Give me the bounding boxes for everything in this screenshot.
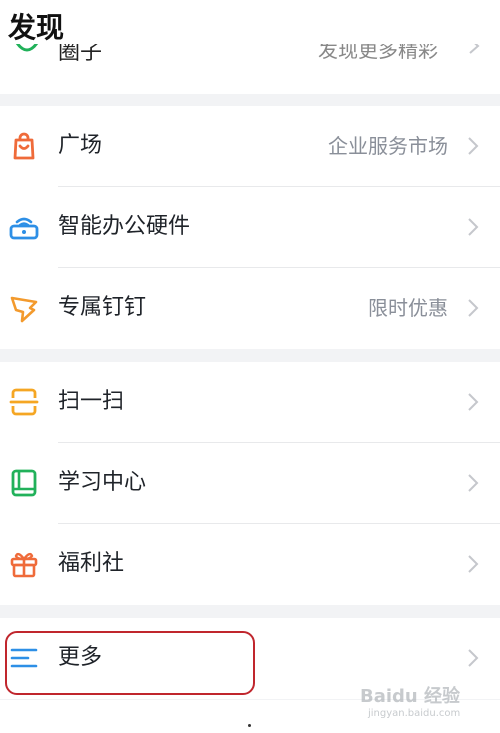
list-group-1: 广场 企业服务市场 智能办公硬件 专属钉钉 限时优惠 <box>0 106 500 349</box>
list-item-plaza[interactable]: 广场 企业服务市场 <box>0 106 500 187</box>
list-item-label: 智能办公硬件 <box>58 214 191 239</box>
list-item-label: 学习中心 <box>58 470 147 495</box>
list-item-welfare[interactable]: 福利社 <box>0 524 500 605</box>
list-item-circle[interactable]: 圈子 发现更多精彩 <box>0 44 500 94</box>
list-item-learning-center[interactable]: 学习中心 <box>0 443 500 524</box>
list-item-subtext: 企业服务市场 <box>328 134 448 158</box>
list-item-subtext: 发现更多精彩 <box>318 44 438 62</box>
list-item-office-hardware[interactable]: 智能办公硬件 <box>0 187 500 268</box>
book-icon <box>11 469 37 497</box>
highlight-annotation <box>5 631 255 695</box>
watermark-main: Baidu 经验 <box>360 686 461 707</box>
chevron-right-icon <box>468 555 479 573</box>
chevron-right-icon <box>468 474 479 492</box>
list-item-label: 福利社 <box>58 551 125 576</box>
chevron-right-icon <box>468 393 479 411</box>
scan-icon <box>9 388 39 416</box>
dingtalk-wing-icon <box>10 296 38 323</box>
home-indicator-dot <box>248 724 251 727</box>
list-item-label: 圈子 <box>58 44 103 65</box>
chevron-right-icon <box>469 44 480 54</box>
list-item-scan[interactable]: 扫一扫 <box>0 362 500 443</box>
watermark-sub: jingyan.baidu.com <box>368 708 461 719</box>
list-item-label: 扫一扫 <box>58 389 125 414</box>
office-device-icon <box>9 217 39 240</box>
list-item-label: 广场 <box>58 133 103 158</box>
circle-icon <box>15 44 39 52</box>
list-item-subtext: 限时优惠 <box>368 296 448 320</box>
list-item-label: 专属钉钉 <box>58 295 147 320</box>
shopping-bag-icon <box>13 132 35 160</box>
chevron-right-icon <box>468 218 479 236</box>
list-group-2: 扫一扫 学习中心 福利社 <box>0 362 500 605</box>
chevron-right-icon <box>468 137 479 155</box>
watermark-logo: Baidu 经验 jingyan.baidu.com <box>360 682 490 726</box>
chevron-right-icon <box>468 649 479 667</box>
page-title: 发现 <box>8 11 65 44</box>
gift-icon <box>10 552 38 578</box>
chevron-right-icon <box>468 299 479 317</box>
list-item-exclusive-dingtalk[interactable]: 专属钉钉 限时优惠 <box>0 268 500 349</box>
